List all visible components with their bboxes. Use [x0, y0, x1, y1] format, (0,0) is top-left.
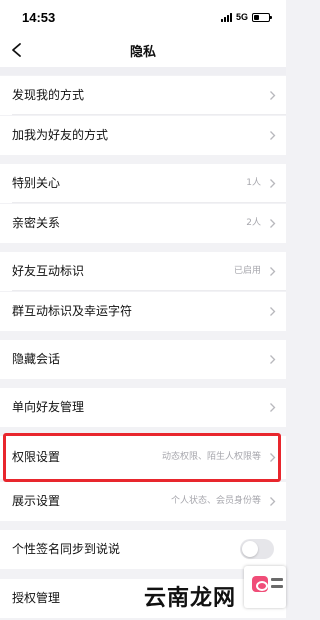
chevron-right-icon — [270, 91, 276, 100]
chevron-right-icon — [270, 403, 276, 412]
row-special-care[interactable]: 特别关心 1人 — [0, 164, 286, 203]
toggle-knob — [242, 541, 258, 557]
row-label: 发现我的方式 — [12, 88, 85, 102]
row-value: 动态权限、陌生人权限等 — [161, 452, 261, 462]
row-add-friend-method[interactable]: 加我为好友的方式 — [0, 116, 286, 155]
row-label: 特别关心 — [12, 176, 61, 190]
row-discover-me[interactable]: 发现我的方式 — [0, 76, 286, 115]
row-display-settings[interactable]: 展示设置 个人状态、会员身份等 — [0, 482, 286, 521]
row-label: 好友互动标识 — [12, 264, 85, 278]
row-signature-sync: 个性签名同步到说说 — [0, 530, 286, 569]
row-separator — [12, 290, 286, 291]
battery-level — [254, 14, 259, 20]
row-group-interaction-badge[interactable]: 群互动标识及幸运字符 — [0, 292, 286, 331]
row-hidden-chats[interactable]: 隐藏会话 — [0, 340, 286, 379]
row-label: 隐藏会话 — [12, 352, 61, 366]
row-one-way-friends[interactable]: 单向好友管理 — [0, 388, 286, 427]
row-label: 权限设置 — [12, 450, 61, 464]
status-bar: 14:53 5G — [0, 0, 286, 33]
status-indicators: 5G — [220, 11, 272, 23]
chevron-right-icon — [270, 453, 276, 462]
chevron-right-icon — [270, 219, 276, 228]
status-time: 14:53 — [22, 10, 56, 25]
page-title: 隐私 — [129, 45, 156, 60]
chevron-right-icon — [270, 497, 276, 506]
row-permission-settings[interactable]: 权限设置 动态权限、陌生人权限等 — [0, 436, 286, 479]
chevron-right-icon — [270, 355, 276, 364]
row-label: 加我为好友的方式 — [12, 128, 109, 142]
row-label: 群互动标识及幸运字符 — [12, 304, 133, 318]
row-value: 2人 — [246, 218, 261, 228]
battery-icon — [252, 12, 272, 22]
chevron-right-icon — [270, 267, 276, 276]
chevron-right-icon — [270, 179, 276, 188]
row-separator — [12, 202, 286, 203]
row-value: 个人状态、会员身份等 — [170, 496, 261, 506]
row-label: 个性签名同步到说说 — [12, 542, 121, 556]
chevron-right-icon — [270, 131, 276, 140]
row-label: 亲密关系 — [12, 216, 61, 230]
watermark-text: 云南龙网 — [144, 586, 237, 611]
row-label: 展示设置 — [12, 494, 61, 508]
watermark-logo-icon — [244, 566, 286, 608]
signal-icon — [220, 12, 232, 22]
row-friend-interaction-badge[interactable]: 好友互动标识 已启用 — [0, 252, 286, 291]
row-value: 已启用 — [233, 266, 261, 276]
chevron-right-icon — [270, 307, 276, 316]
signature-sync-toggle[interactable] — [240, 539, 274, 559]
network-type: 5G — [235, 12, 248, 22]
section-divider — [0, 67, 286, 75]
row-separator — [12, 114, 286, 115]
row-value: 1人 — [246, 178, 261, 188]
row-label: 授权管理 — [12, 591, 61, 605]
nav-bar: 隐私 — [0, 33, 286, 67]
row-label: 单向好友管理 — [12, 400, 85, 414]
row-intimate-relations[interactable]: 亲密关系 2人 — [0, 204, 286, 243]
